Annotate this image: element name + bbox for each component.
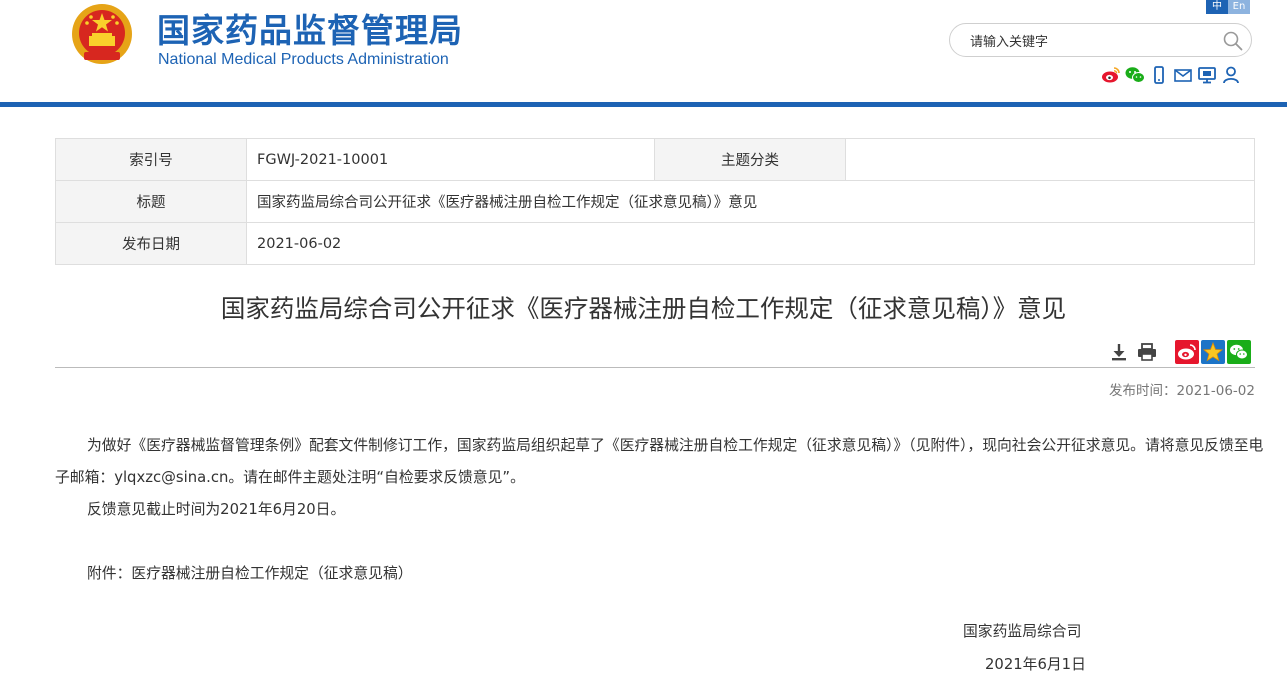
- site-header: 国家药品监督管理局 National Medical Products Admi…: [0, 0, 1287, 104]
- publish-date-label: 发布日期: [55, 222, 247, 265]
- publish-time: 发布时间：2021-06-02: [1109, 383, 1255, 399]
- site-logo-title[interactable]: 国家药品监督管理局: [157, 4, 463, 52]
- article-title: 国家药监局综合司公开征求《医疗器械注册自检工作规定（征求意见稿）》意见: [220, 294, 1067, 323]
- index-number-label: 索引号: [55, 138, 247, 181]
- title-divider: [55, 367, 1255, 368]
- article-tools: [1108, 341, 1158, 363]
- body-paragraph: 为做好《医疗器械监督管理条例》配套文件制修订工作，国家药监局组织起草了《医疗器械…: [55, 437, 1264, 486]
- monitor-icon[interactable]: [1197, 66, 1217, 84]
- subject-category-label: 主题分类: [654, 138, 846, 181]
- wechat-icon[interactable]: [1125, 66, 1145, 84]
- search-input[interactable]: [968, 31, 1212, 53]
- header-social-links: [1101, 66, 1241, 84]
- deadline-paragraph: 反馈意见截止时间为2021年6月20日。: [87, 501, 346, 518]
- share-weibo-icon[interactable]: [1175, 340, 1199, 364]
- weibo-icon[interactable]: [1101, 66, 1121, 84]
- lang-en-button[interactable]: En: [1228, 0, 1250, 14]
- mobile-icon[interactable]: [1149, 66, 1169, 84]
- info-row-title: 标题 国家药监局综合司公开征求《医疗器械注册自检工作规定（征求意见稿）》意见: [55, 180, 1255, 223]
- publish-date-value: 2021-06-02: [246, 222, 1255, 265]
- lang-zh-button[interactable]: 中: [1206, 0, 1228, 14]
- national-emblem-icon[interactable]: [70, 2, 134, 66]
- document-info-table: 索引号 FGWJ-2021-10001 主题分类 标题 国家药监局综合司公开征求…: [55, 138, 1255, 265]
- title-label: 标题: [55, 180, 247, 223]
- header-divider: [0, 102, 1287, 107]
- info-row-index: 索引号 FGWJ-2021-10001 主题分类: [55, 138, 1255, 181]
- mail-icon[interactable]: [1173, 66, 1193, 84]
- subject-category-value: [845, 138, 1255, 181]
- title-value: 国家药监局综合司公开征求《医疗器械注册自检工作规定（征求意见稿）》意见: [246, 180, 1255, 223]
- share-buttons: [1175, 340, 1251, 364]
- share-qzone-icon[interactable]: [1201, 340, 1225, 364]
- language-switch: 中 En: [1206, 0, 1250, 14]
- info-row-date: 发布日期 2021-06-02: [55, 222, 1255, 265]
- attachment-link[interactable]: 附件：医疗器械注册自检工作规定（征求意见稿）: [55, 558, 1265, 590]
- user-icon[interactable]: [1221, 66, 1241, 84]
- print-icon[interactable]: [1136, 341, 1158, 363]
- search-box: [949, 23, 1252, 57]
- site-logo-subtitle[interactable]: National Medical Products Administration: [158, 51, 449, 69]
- signature-organization: 国家药监局综合司: [963, 623, 1082, 640]
- search-icon[interactable]: [1223, 31, 1243, 51]
- share-wechat-icon[interactable]: [1227, 340, 1251, 364]
- download-icon[interactable]: [1108, 341, 1130, 363]
- article-body: 为做好《医疗器械监督管理条例》配套文件制修订工作，国家药监局组织起草了《医疗器械…: [55, 430, 1265, 590]
- index-number-value: FGWJ-2021-10001: [246, 138, 655, 181]
- signature-date: 2021年6月1日: [985, 656, 1086, 673]
